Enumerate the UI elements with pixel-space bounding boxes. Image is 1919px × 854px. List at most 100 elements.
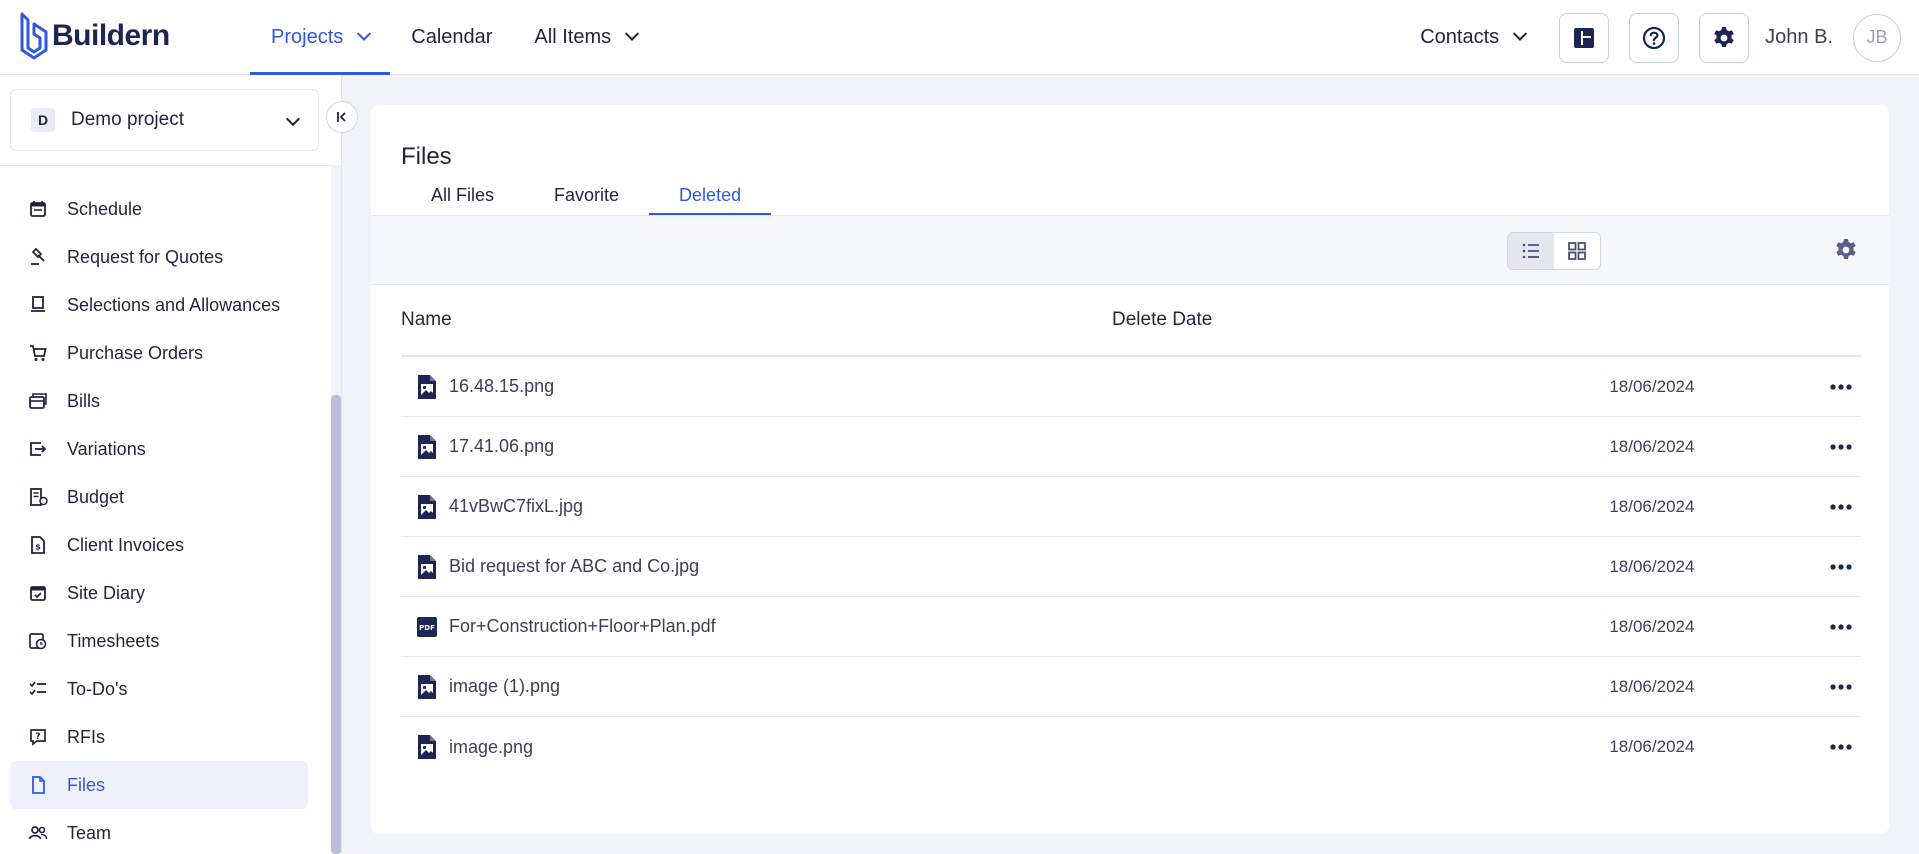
table-row[interactable]: image.png 18/06/2024 <box>401 717 1861 777</box>
more-actions-button[interactable] <box>1821 492 1861 522</box>
project-selector[interactable]: D Demo project <box>10 89 319 151</box>
table-row[interactable]: PDF For+Construction+Floor+Plan.pdf 18/06/… <box>401 597 1861 657</box>
list-view-button[interactable] <box>1508 233 1554 269</box>
more-actions-button[interactable] <box>1821 612 1861 642</box>
sidebar-item-selections[interactable]: Selections and Allowances <box>10 281 308 329</box>
collapse-sidebar-button[interactable] <box>326 101 358 133</box>
nav-calendar-label: Calendar <box>411 26 493 48</box>
delete-date: 18/06/2024 <box>1609 436 1695 456</box>
table-settings-button[interactable] <box>1833 237 1859 263</box>
file-name[interactable]: For+Construction+Floor+Plan.pdf <box>449 616 1609 637</box>
sidebar-item-budget[interactable]: Budget <box>10 473 308 521</box>
nav-projects[interactable]: Projects <box>250 0 391 75</box>
nav-all-items-label: All Items <box>534 26 612 48</box>
more-actions-button[interactable] <box>1821 432 1861 462</box>
table-body: 16.48.15.png 18/06/2024 17.41.06.png 18/06/… <box>401 357 1861 777</box>
more-actions-button[interactable] <box>1821 732 1861 762</box>
bills-icon <box>28 391 48 411</box>
sidebar-item-label: Schedule <box>67 198 143 219</box>
table-row[interactable]: image (1).png 18/06/2024 <box>401 657 1861 717</box>
dashboard-button[interactable] <box>1559 12 1610 63</box>
settings-button[interactable] <box>1699 12 1750 63</box>
invoice-icon: $ <box>28 535 48 555</box>
help-button[interactable] <box>1629 12 1680 63</box>
sidebar-item-files[interactable]: Files <box>10 761 308 809</box>
sidebar-item-purchase-orders[interactable]: Purchase Orders <box>10 329 308 377</box>
avatar-initials: JB <box>1866 27 1888 47</box>
image-file-icon <box>416 734 438 760</box>
collapse-icon <box>337 112 346 122</box>
avatar[interactable]: JB <box>1853 13 1901 62</box>
help-icon <box>1643 26 1666 49</box>
image-file-icon <box>416 674 438 700</box>
chevron-down-icon <box>357 26 372 41</box>
diary-icon <box>28 583 48 603</box>
sidebar-item-bills[interactable]: Bills <box>10 377 308 425</box>
table-row[interactable]: 41vBwC7fixL.jpg 18/06/2024 <box>401 477 1861 537</box>
more-actions-button[interactable] <box>1821 552 1861 582</box>
chevron-down-icon <box>1513 26 1528 41</box>
sidebar-item-label: To-Do's <box>67 678 128 699</box>
sidebar-item-label: Client Invoices <box>67 534 185 555</box>
list-icon <box>1522 243 1539 259</box>
sidebar-item-rfis[interactable]: ? RFIs <box>10 713 308 761</box>
file-name[interactable]: image (1).png <box>449 676 1609 697</box>
sidebar-item-team[interactable]: Team <box>10 809 308 854</box>
gavel-icon <box>28 247 48 267</box>
sidebar-item-request-for-quotes[interactable]: Request for Quotes <box>10 233 308 281</box>
table-row[interactable]: Bid request for ABC and Co.jpg 18/06/2024 <box>401 537 1861 597</box>
column-header-name[interactable]: Name <box>401 309 1112 331</box>
tab-label: All Files <box>431 184 495 205</box>
table-row[interactable]: 17.41.06.png 18/06/2024 <box>401 417 1861 477</box>
image-file-icon <box>416 554 438 580</box>
delete-date: 18/06/2024 <box>1609 737 1695 756</box>
file-icon <box>28 775 48 795</box>
file-name[interactable]: 16.48.15.png <box>449 376 1609 397</box>
user-name[interactable]: John B. <box>1765 26 1833 49</box>
top-bar: Buildern Projects Calendar All Items Con… <box>0 0 1919 75</box>
logo-text: Buildern <box>52 19 170 52</box>
file-name[interactable]: Bid request for ABC and Co.jpg <box>449 556 1609 577</box>
calendar-icon <box>28 199 48 219</box>
sidebar-item-todos[interactable]: To-Do's <box>10 665 308 713</box>
logo[interactable]: Buildern <box>18 8 170 64</box>
nav-all-items[interactable]: All Items <box>513 0 658 75</box>
tab-all-files[interactable]: All Files <box>401 175 524 215</box>
sidebar-item-client-invoices[interactable]: $ Client Invoices <box>10 521 308 569</box>
view-toggle <box>1507 232 1601 270</box>
variations-icon <box>28 439 48 459</box>
sidebar-item-variations[interactable]: Variations <box>10 425 308 473</box>
contacts-label: Contacts <box>1420 26 1500 48</box>
files-toolbar <box>371 215 1889 285</box>
sidebar-item-timesheets[interactable]: Timesheets <box>10 617 308 665</box>
more-actions-button[interactable] <box>1821 372 1861 402</box>
tab-deleted[interactable]: Deleted <box>649 175 772 215</box>
rfi-icon: ? <box>28 727 48 747</box>
contacts-menu[interactable]: Contacts <box>1420 26 1528 49</box>
table-row[interactable]: 16.48.15.png 18/06/2024 <box>401 357 1861 417</box>
sidebar-item-label: Budget <box>67 486 125 507</box>
tab-favorite[interactable]: Favorite <box>524 175 649 215</box>
sidebar-item-label: Purchase Orders <box>67 342 204 363</box>
svg-text:?: ? <box>35 732 40 742</box>
sidebar-item-label: Team <box>67 822 112 843</box>
grid-view-button[interactable] <box>1554 233 1600 269</box>
chevron-down-icon <box>625 26 640 41</box>
sidebar-item-schedule[interactable]: Schedule <box>10 185 308 233</box>
delete-date: 18/06/2024 <box>1609 376 1695 396</box>
page-title: Files <box>401 143 452 170</box>
table-header: Name Delete Date <box>401 285 1861 357</box>
sidebar-item-label: RFIs <box>67 726 105 747</box>
nav-projects-label: Projects <box>271 26 344 48</box>
file-name[interactable]: 17.41.06.png <box>449 436 1609 457</box>
file-name[interactable]: 41vBwC7fixL.jpg <box>449 496 1609 517</box>
project-name: Demo project <box>71 109 184 130</box>
sidebar-scrollbar-thumb[interactable] <box>331 395 341 854</box>
nav-calendar[interactable]: Calendar <box>390 0 513 75</box>
budget-icon <box>28 487 48 507</box>
sidebar-item-site-diary[interactable]: Site Diary <box>10 569 308 617</box>
more-actions-button[interactable] <box>1821 672 1861 702</box>
dashboard-icon <box>1574 27 1595 48</box>
file-name[interactable]: image.png <box>449 737 1609 758</box>
column-header-delete-date[interactable]: Delete Date <box>1112 309 1212 331</box>
